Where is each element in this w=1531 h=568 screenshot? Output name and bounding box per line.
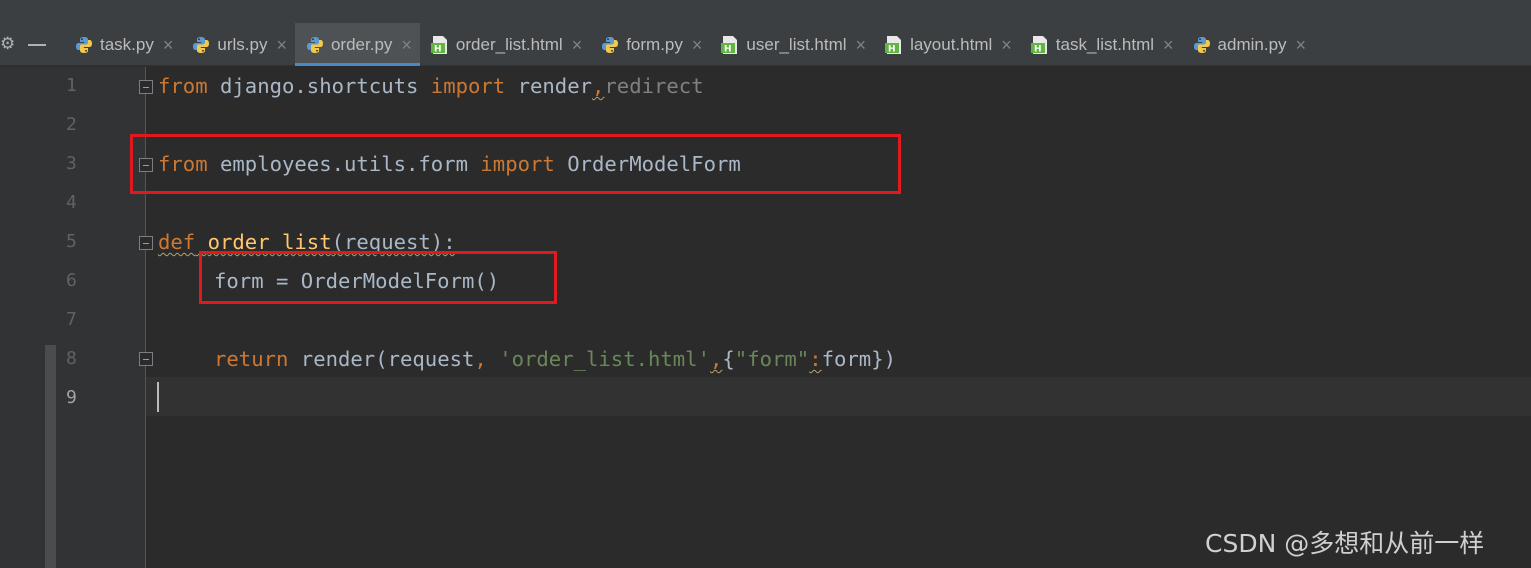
close-icon[interactable]: × [163, 36, 174, 54]
module-path: django.shortcuts [207, 74, 431, 98]
close-icon[interactable]: × [1163, 36, 1174, 54]
fold-marker-icon[interactable] [139, 352, 153, 366]
template-string: 'order_list.html' [499, 347, 710, 371]
dict-key-string: "form" [734, 347, 810, 371]
minimize-icon[interactable] [28, 44, 46, 46]
html-file-icon: H [1030, 35, 1050, 55]
close-icon[interactable]: × [1001, 36, 1012, 54]
text-caret [157, 382, 159, 412]
dict-value: form [821, 347, 872, 371]
tab-layout-html[interactable]: Hlayout.html × [874, 23, 1020, 66]
svg-text:H: H [1034, 44, 1042, 54]
title-strip [0, 0, 1531, 23]
current-line-highlight [146, 377, 1531, 416]
code-line-1[interactable]: from django.shortcuts import render,redi… [158, 73, 704, 99]
line-number: 4 [66, 192, 77, 213]
tab-urls-py[interactable]: urls.py × [181, 23, 295, 66]
html-file-icon: H [884, 35, 904, 55]
gear-icon[interactable]: ⚙ [0, 33, 14, 55]
fold-marker-icon[interactable] [139, 236, 153, 250]
annotation-box-form [199, 251, 557, 304]
line-number: 8 [66, 348, 77, 369]
keyword-import: import [430, 74, 506, 98]
keyword-return: return [214, 347, 289, 371]
close-icon[interactable]: × [692, 36, 703, 54]
tab-label: task.py [100, 34, 154, 54]
unused-import-name: redirect [604, 74, 704, 98]
html-file-icon: H [430, 35, 450, 55]
svg-text:H: H [434, 44, 442, 54]
brace-open: { [722, 347, 735, 371]
close-icon[interactable]: × [401, 36, 412, 54]
tab-label: user_list.html [746, 34, 847, 54]
render-call: render(request [288, 347, 475, 371]
line-number: 2 [66, 114, 77, 135]
close-icon[interactable]: × [572, 36, 583, 54]
line-number: 7 [66, 309, 77, 330]
editor-tab-bar: ⚙ task.py × urls.py × order.py × Horder_list.h… [0, 23, 1531, 66]
close-icon[interactable]: × [276, 36, 287, 54]
tab-label: task_list.html [1055, 34, 1155, 54]
tab-label: order_list.html [455, 34, 563, 54]
fold-marker-icon[interactable] [139, 80, 153, 94]
brace-close: }) [871, 347, 897, 371]
tab-user-list-html[interactable]: Huser_list.html × [710, 23, 874, 66]
python-file-icon [191, 35, 211, 55]
line-number: 1 [66, 75, 77, 96]
tab-label: urls.py [217, 34, 268, 54]
annotation-box-import [130, 134, 901, 194]
editor-tabs: task.py × urls.py × order.py × Horder_list.htm… [64, 23, 1314, 66]
current-line-number: 9 [66, 387, 77, 408]
line-number: 3 [66, 153, 77, 174]
colon: : [809, 347, 822, 371]
tab-label: layout.html [910, 34, 993, 54]
tab-order-py[interactable]: order.py × [294, 23, 420, 66]
tab-task-py[interactable]: task.py × [64, 23, 181, 66]
tab-label: form.py [626, 34, 683, 54]
svg-text:H: H [724, 44, 732, 54]
html-file-icon: H [720, 35, 740, 55]
line-number: 6 [66, 270, 77, 291]
python-file-icon [600, 35, 620, 55]
tab-task-list-html[interactable]: Htask_list.html × [1020, 23, 1182, 66]
tab-order-list-html[interactable]: Horder_list.html × [420, 23, 590, 66]
tab-form-py[interactable]: form.py × [590, 23, 710, 66]
svg-text:H: H [888, 44, 896, 54]
keyword-from: from [158, 74, 208, 98]
python-file-icon [1192, 35, 1212, 55]
keyword-def: def [158, 230, 196, 254]
close-icon[interactable]: × [856, 36, 867, 54]
python-file-icon [305, 35, 325, 55]
tab-admin-py[interactable]: admin.py × [1182, 23, 1315, 66]
import-name: render [505, 74, 592, 98]
comma: , [709, 347, 723, 371]
comma: , [592, 74, 605, 98]
tab-label: admin.py [1217, 34, 1287, 54]
gutter-scroll-stripe [45, 345, 56, 568]
watermark: CSDN @多想和从前一样 [1205, 529, 1485, 558]
code-line-8[interactable]: return render(request, 'order_list.html'… [214, 346, 896, 372]
python-file-icon [74, 35, 94, 55]
close-icon[interactable]: × [1296, 36, 1307, 54]
line-number: 5 [66, 231, 77, 252]
tab-label: order.py [330, 34, 393, 54]
comma: , [474, 347, 487, 371]
